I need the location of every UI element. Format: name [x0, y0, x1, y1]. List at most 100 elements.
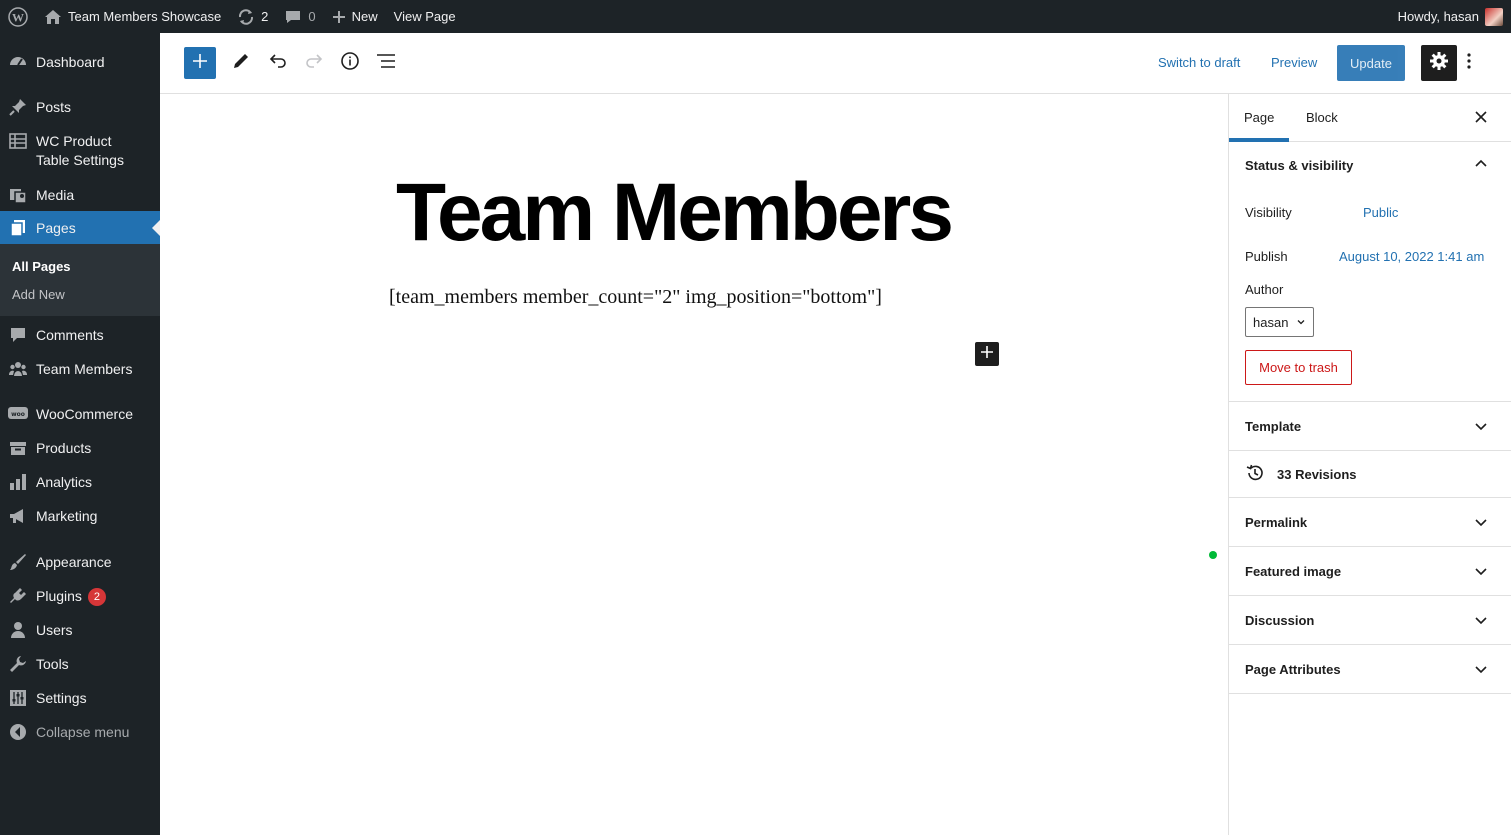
- howdy-text: Howdy, hasan: [1397, 9, 1479, 24]
- my-account-menu[interactable]: Howdy, hasan: [1390, 0, 1511, 33]
- author-value: hasan: [1253, 314, 1289, 330]
- status-visibility-title[interactable]: Status & visibility: [1245, 158, 1353, 173]
- wordpress-logo-menu[interactable]: W: [0, 0, 36, 33]
- woo-icon: woo: [8, 404, 28, 424]
- list-view-icon: [375, 51, 397, 76]
- collapse-menu-button[interactable]: Collapse menu: [0, 720, 160, 744]
- megaphone-icon: [8, 506, 28, 526]
- sidebar-item-team-members[interactable]: Team Members: [0, 357, 160, 381]
- admin-bar: W Team Members Showcase 2 0 New View Pag…: [0, 0, 1511, 33]
- template-panel-toggle[interactable]: Template: [1229, 402, 1511, 451]
- pencil-icon: [231, 51, 251, 76]
- chevron-down-icon: [1473, 514, 1489, 530]
- brush-icon: [8, 552, 28, 572]
- author-label: Author: [1245, 282, 1284, 297]
- undo-icon: [268, 51, 288, 76]
- view-page-label: View Page: [393, 9, 456, 24]
- pin-icon: [8, 97, 28, 117]
- tab-page[interactable]: Page: [1229, 94, 1290, 142]
- revisions-link[interactable]: 33 Revisions: [1229, 451, 1511, 498]
- block-inserter-button[interactable]: [184, 47, 216, 79]
- plus-icon: [980, 345, 994, 364]
- updates-count: 2: [261, 9, 269, 24]
- user-icon: [8, 620, 28, 640]
- archive-icon: [8, 438, 28, 458]
- tab-block[interactable]: Block: [1306, 94, 1338, 142]
- comments-link[interactable]: 0: [276, 0, 323, 33]
- sidebar-item-analytics[interactable]: Analytics: [0, 470, 160, 494]
- plugins-update-badge: 2: [87, 588, 106, 606]
- chevron-down-icon: [1473, 418, 1489, 434]
- page-attributes-panel-toggle[interactable]: Page Attributes: [1229, 645, 1511, 694]
- details-button[interactable]: [332, 45, 368, 81]
- sidebar-item-dashboard[interactable]: Dashboard: [0, 50, 160, 74]
- preview-button[interactable]: Preview: [1271, 55, 1317, 70]
- sidebar-item-pages[interactable]: Pages: [0, 211, 160, 245]
- chevron-up-icon[interactable]: [1473, 156, 1489, 175]
- new-label: New: [351, 9, 378, 24]
- redo-icon: [304, 51, 324, 76]
- move-to-trash-button[interactable]: Move to trash: [1245, 350, 1352, 385]
- avatar: [1485, 7, 1503, 26]
- site-name: Team Members Showcase: [68, 9, 222, 24]
- sidebar-tabs: Page Block: [1229, 94, 1511, 142]
- publish-date-button[interactable]: August 10, 2022 1:41 am: [1339, 249, 1484, 264]
- list-view-button[interactable]: [368, 45, 404, 81]
- pages-icon: [8, 218, 28, 238]
- plus-icon: [332, 10, 346, 24]
- tools-edit-button[interactable]: [223, 45, 259, 81]
- plugins-label: Plugins: [36, 588, 82, 604]
- discussion-panel-toggle[interactable]: Discussion: [1229, 596, 1511, 645]
- author-select[interactable]: hasan: [1245, 307, 1314, 337]
- pages-submenu: All Pages Add New: [0, 244, 160, 316]
- shortcode-block[interactable]: [team_members member_count="2" img_posit…: [389, 286, 882, 309]
- chevron-down-icon: [1473, 563, 1489, 579]
- visibility-label: Visibility: [1245, 205, 1292, 220]
- comment-icon: [8, 325, 28, 345]
- media-icon: [8, 185, 28, 205]
- editor-toolbar: Switch to draft Preview Update: [160, 33, 1511, 94]
- sidebar-item-appearance[interactable]: Appearance: [0, 550, 160, 574]
- status-dot: [1209, 551, 1217, 559]
- redo-button[interactable]: [296, 45, 332, 81]
- history-icon: [1245, 463, 1265, 486]
- close-settings-button[interactable]: [1471, 108, 1491, 128]
- site-name-link[interactable]: Team Members Showcase: [36, 0, 229, 33]
- sidebar-item-marketing[interactable]: Marketing: [0, 504, 160, 528]
- page-title[interactable]: Team Members: [396, 166, 954, 260]
- plus-icon: [192, 53, 208, 74]
- visibility-value-button[interactable]: Public: [1363, 205, 1398, 220]
- updates-link[interactable]: 2: [229, 0, 276, 33]
- submenu-all-pages[interactable]: All Pages: [12, 259, 71, 274]
- settings-toggle-button[interactable]: [1421, 45, 1457, 81]
- active-menu-arrow: [152, 220, 160, 236]
- sidebar-item-products[interactable]: Products: [0, 436, 160, 460]
- sidebar-item-woocommerce[interactable]: woo WooCommerce: [0, 402, 160, 426]
- undo-button[interactable]: [260, 45, 296, 81]
- sidebar-item-settings[interactable]: Settings: [0, 686, 160, 710]
- switch-to-draft-button[interactable]: Switch to draft: [1158, 55, 1240, 70]
- collapse-icon: [8, 722, 28, 742]
- sidebar-item-plugins[interactable]: Plugins 2: [0, 584, 160, 608]
- submenu-add-new[interactable]: Add New: [12, 287, 65, 302]
- comments-count: 0: [308, 9, 316, 24]
- table-icon: [8, 131, 28, 151]
- view-page-link[interactable]: View Page: [386, 0, 464, 33]
- sidebar-item-users[interactable]: Users: [0, 618, 160, 642]
- home-icon: [44, 9, 62, 25]
- svg-text:W: W: [12, 10, 24, 24]
- new-content-link[interactable]: New: [324, 0, 386, 33]
- sidebar-item-comments[interactable]: Comments: [0, 323, 160, 347]
- wordpress-logo-icon: W: [8, 6, 28, 27]
- sidebar-item-wc-product-table-settings[interactable]: WC Product Table Settings: [0, 129, 160, 171]
- more-options-button[interactable]: [1457, 45, 1481, 81]
- update-button[interactable]: Update: [1337, 45, 1405, 81]
- permalink-panel-toggle[interactable]: Permalink: [1229, 498, 1511, 547]
- updates-icon: [237, 8, 255, 26]
- inline-block-inserter[interactable]: [975, 342, 999, 366]
- chevron-down-icon: [1473, 661, 1489, 677]
- sidebar-item-media[interactable]: Media: [0, 183, 160, 207]
- sidebar-item-tools[interactable]: Tools: [0, 652, 160, 676]
- featured-image-panel-toggle[interactable]: Featured image: [1229, 547, 1511, 596]
- sidebar-item-posts[interactable]: Posts: [0, 95, 160, 119]
